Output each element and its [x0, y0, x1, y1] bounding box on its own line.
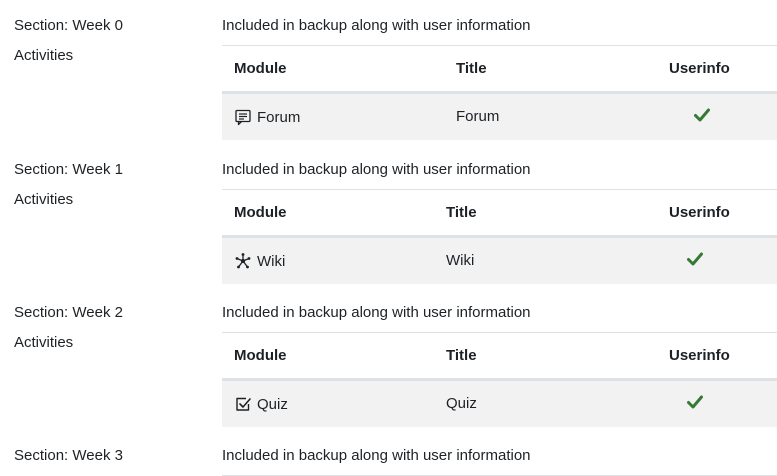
table-header-row: Module Title Userinfo [222, 189, 777, 237]
column-header-userinfo: Userinfo [669, 204, 730, 221]
table-header-row: Module Title Userinfo [222, 45, 777, 93]
module-cell: Quiz [222, 380, 446, 427]
userinfo-cell [669, 93, 777, 140]
title-cell: Forum [456, 108, 500, 126]
activities-table: Module Title Userinfo Forum Forum [222, 45, 777, 140]
column-header-title: Title [456, 60, 487, 77]
column-header-module: Module [234, 60, 287, 77]
column-header-module: Module [234, 204, 287, 221]
section-subtitle: Activities [14, 47, 74, 64]
section-week-1: Section: Week 1 Activities Included in b… [0, 144, 777, 287]
check-icon [694, 108, 710, 122]
included-text: Included in backup along with user infor… [222, 17, 531, 34]
included-text: Included in backup along with user infor… [222, 161, 531, 178]
section-subtitle: Activities [14, 191, 74, 208]
table-row: Quiz Quiz [222, 379, 777, 427]
table-row: Forum Forum [222, 92, 777, 140]
section-subtitle: Activities [14, 334, 74, 351]
module-cell: Wiki [222, 237, 446, 284]
module-cell: Forum [222, 93, 456, 140]
section-title: Section: Week 1 [14, 161, 123, 178]
column-header-userinfo: Userinfo [669, 347, 730, 364]
section-week-3: Section: Week 3 Included in backup along… [0, 430, 777, 476]
check-icon [687, 252, 703, 266]
column-header-module: Module [234, 347, 287, 364]
section-week-0: Section: Week 0 Activities Included in b… [0, 0, 777, 143]
userinfo-cell [669, 237, 777, 284]
column-header-title: Title [446, 347, 477, 364]
module-name: Quiz [257, 395, 288, 413]
section-title: Section: Week 0 [14, 17, 123, 34]
section-title: Section: Week 3 [14, 447, 123, 464]
included-text: Included in backup along with user infor… [222, 304, 531, 321]
forum-icon [235, 109, 251, 125]
activities-table: Module Title Userinfo Wiki Wiki [222, 189, 777, 284]
included-text: Included in backup along with user infor… [222, 447, 531, 464]
check-icon [687, 395, 703, 409]
module-name: Wiki [257, 252, 286, 270]
title-cell: Wiki [446, 252, 475, 270]
column-header-title: Title [446, 204, 477, 221]
table-row: Wiki Wiki [222, 236, 777, 284]
title-cell: Quiz [446, 395, 477, 413]
quiz-icon [236, 397, 251, 411]
activities-table: Module Title Userinfo Quiz Quiz [222, 332, 777, 427]
column-header-userinfo: Userinfo [669, 60, 730, 77]
wiki-icon [235, 252, 251, 269]
table-header-row: Module Title Userinfo [222, 332, 777, 380]
section-title: Section: Week 2 [14, 304, 123, 321]
userinfo-cell [669, 380, 777, 427]
module-name: Forum [257, 108, 301, 126]
section-week-2: Section: Week 2 Activities Included in b… [0, 287, 777, 430]
